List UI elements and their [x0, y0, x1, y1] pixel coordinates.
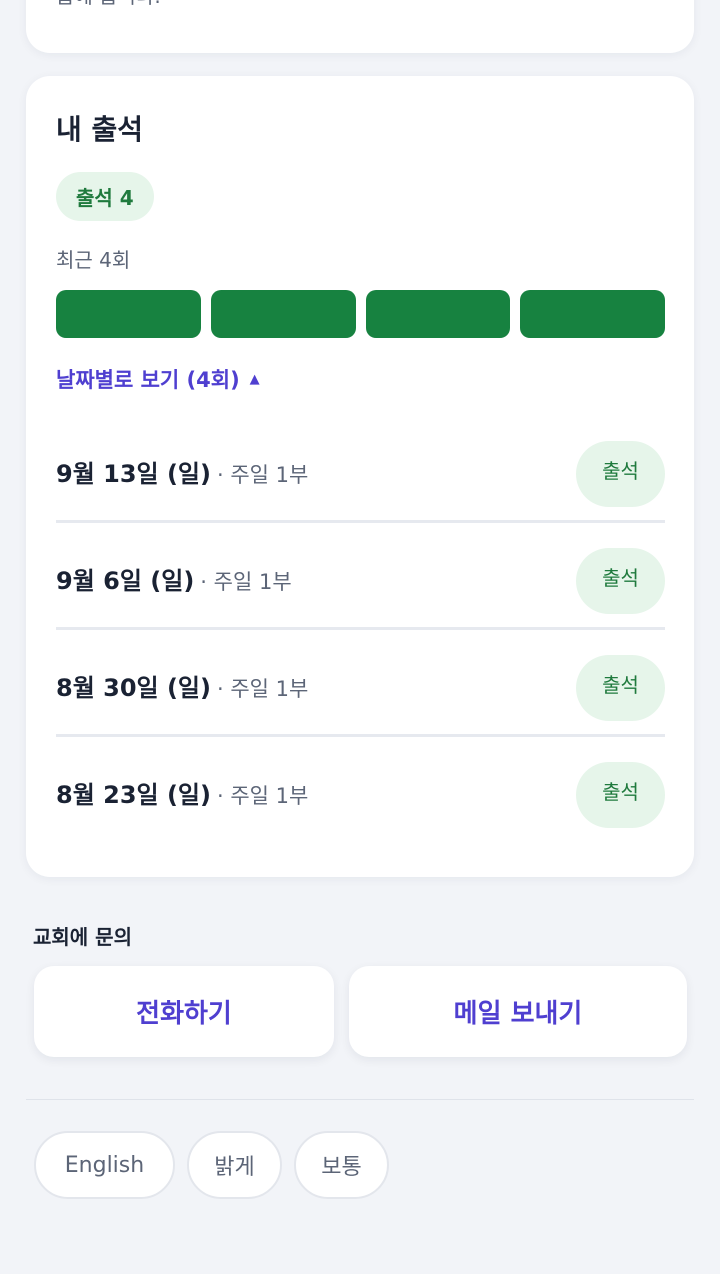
row-date: 9월 6일 (일)	[56, 567, 195, 595]
contact-heading: 교회에 문의	[33, 925, 132, 949]
divider	[26, 1099, 694, 1100]
row-date: 8월 30일 (일)	[56, 674, 211, 702]
status-badge: 출석	[576, 762, 665, 828]
my-attendance-card: 내 출석 출석 4 최근 4회 날짜별로 보기 (4회) ▲ 9월 13일 (일…	[26, 76, 694, 877]
page: 습에 습니다. 내 출석 출석 4 최근 4회 날짜별로 보기 (4회) ▲ 9…	[0, 0, 720, 1274]
call-button[interactable]: 전화하기	[34, 966, 334, 1057]
send-email-button[interactable]: 메일 보내기	[349, 966, 687, 1057]
caret-up-icon: ▲	[249, 371, 260, 387]
recent-bar	[520, 290, 665, 338]
recent-attendance-bars	[56, 290, 665, 338]
list-item: 9월 6일 (일) · 주일 1부 출석	[56, 523, 665, 630]
recent-label: 최근 4회	[56, 248, 131, 272]
theme-toggle-button[interactable]: 밝게	[187, 1131, 282, 1199]
recent-bar	[210, 290, 356, 338]
text-size-button[interactable]: 보통	[294, 1131, 389, 1199]
view-by-date-toggle[interactable]: 날짜별로 보기 (4회) ▲	[56, 364, 260, 394]
row-service: · 주일 1부	[200, 570, 292, 594]
attendance-count-badge: 출석 4	[56, 172, 154, 221]
attendance-list: 9월 13일 (일) · 주일 1부 출석 9월 6일 (일) · 주일 1부 출석…	[56, 416, 665, 844]
row-service: · 주일 1부	[217, 677, 309, 701]
row-date-line: 9월 6일 (일) · 주일 1부	[56, 561, 292, 596]
recent-bar	[56, 290, 201, 338]
list-item: 8월 23일 (일) · 주일 1부 출석	[56, 737, 665, 844]
row-date: 9월 13일 (일)	[56, 460, 211, 488]
row-service: · 주일 1부	[217, 784, 309, 808]
list-item: 9월 13일 (일) · 주일 1부 출석	[56, 416, 665, 523]
toggle-label: 날짜별로 보기 (4회)	[56, 368, 240, 392]
language-toggle-button[interactable]: English	[34, 1131, 175, 1199]
previous-card: 습에 습니다.	[26, 0, 694, 53]
row-service: · 주일 1부	[217, 463, 309, 487]
row-date-line: 8월 30일 (일) · 주일 1부	[56, 668, 308, 703]
list-item: 8월 30일 (일) · 주일 1부 출석	[56, 630, 665, 737]
row-date: 8월 23일 (일)	[56, 781, 211, 809]
recent-bar	[365, 290, 511, 338]
status-badge: 출석	[576, 548, 665, 614]
row-date-line: 8월 23일 (일) · 주일 1부	[56, 775, 308, 810]
row-date-line: 9월 13일 (일) · 주일 1부	[56, 454, 308, 489]
status-badge: 출석	[576, 655, 665, 721]
status-badge: 출석	[576, 441, 665, 507]
previous-card-text: 습에 습니다.	[56, 0, 161, 9]
attendance-title: 내 출석	[56, 113, 144, 146]
